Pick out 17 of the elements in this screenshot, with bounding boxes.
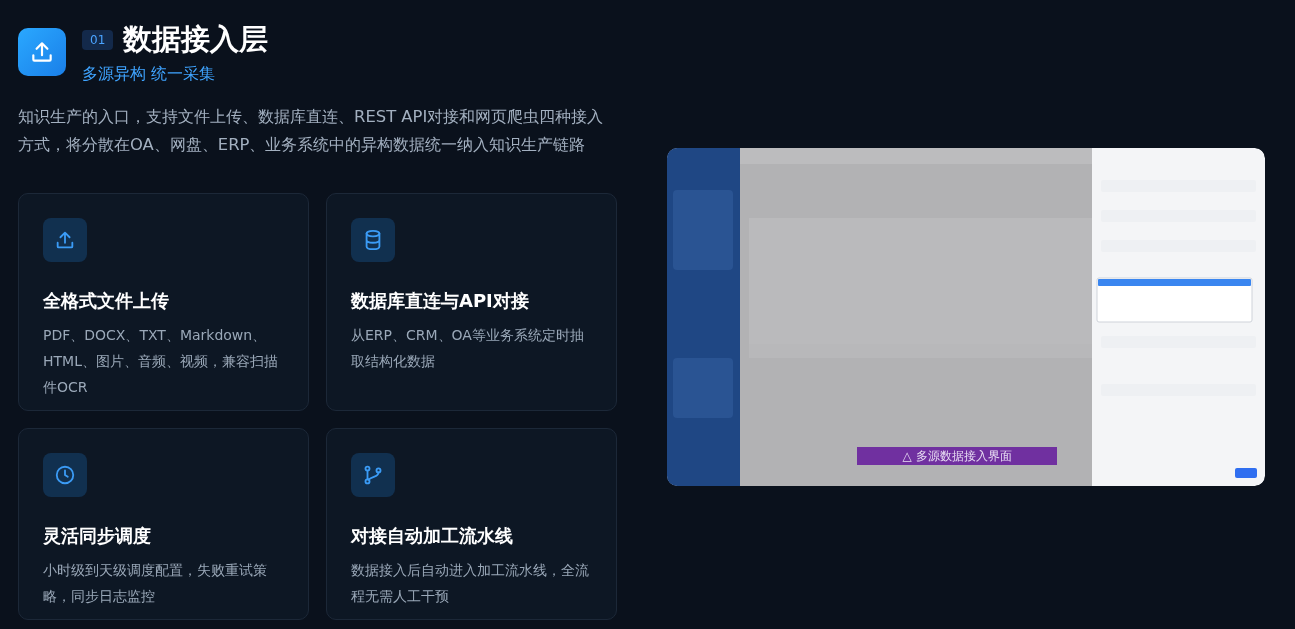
feature-title: 数据库直连与API对接: [351, 289, 530, 313]
section-title: 数据接入层: [123, 21, 269, 58]
section-description: 知识生产的入口，支持文件上传、数据库直连、REST API对接和网页爬虫四种接入方式，将分散在OA、网盘、ERP、业务系统中的异构数据统一纳入知识生产链路: [18, 106, 605, 156]
feature-title: 全格式文件上传: [43, 289, 170, 313]
feature-description: 从ERP、CRM、OA等业务系统定时抽取结构化数据: [351, 326, 585, 371]
section-number: 01: [82, 30, 114, 50]
feature-description: 小时级到天级调度配置，失败重试策略，同步日志监控: [43, 561, 268, 606]
section-subtitle: 多源异构 统一采集: [82, 64, 216, 85]
feature-title: 对接自动加工流水线: [351, 524, 514, 548]
image-caption: △ 多源数据接入界面: [857, 447, 1057, 465]
upload-icon: [54, 229, 76, 251]
branch-icon: [362, 464, 384, 486]
feature-description: 数据接入后自动进入加工流水线，全流程无需人工干预: [351, 561, 590, 606]
upload-icon: [29, 39, 55, 65]
clock-icon: [54, 464, 76, 486]
feature-description: PDF、DOCX、TXT、Markdown、HTML、图片、音频、视频，兼容扫描件OCR: [43, 326, 279, 397]
feature-title: 灵活同步调度: [43, 524, 152, 548]
